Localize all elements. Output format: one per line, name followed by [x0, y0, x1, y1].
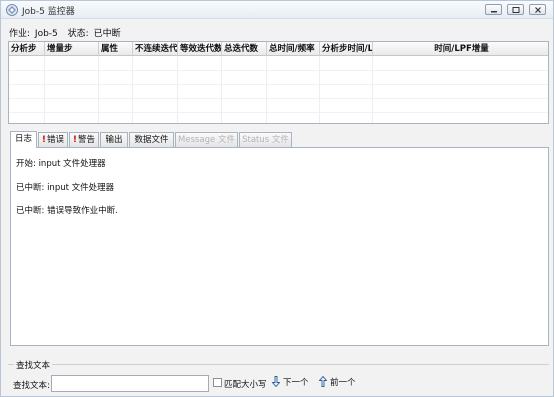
- log-line: 已中断: input 文件处理器: [16, 183, 115, 193]
- maximize-button[interactable]: [507, 4, 524, 15]
- find-previous-button[interactable]: 前一个: [318, 375, 356, 392]
- arrow-up-icon: [318, 375, 328, 387]
- find-text-group: 查找文本 查找文本: 匹配大小写 下一个 前一个: [8, 359, 549, 394]
- status-label: 状态:: [67, 29, 89, 39]
- tab-log[interactable]: 日志: [10, 131, 37, 148]
- error-warning-icon: !: [42, 135, 46, 145]
- row-divider: [9, 70, 548, 71]
- tab-bar: 日志 !错误 !警告 输出 数据文件 Message 文件 Status 文件: [10, 131, 550, 148]
- log-line: 开始: input 文件处理器: [16, 159, 106, 169]
- minimize-icon: [491, 11, 497, 13]
- column-header-severe-discontinuity[interactable]: 不连续迭代: [133, 42, 178, 56]
- table-header: 分析步 增量步 属性 不连续迭代 等效迭代数 总迭代数 总时间/频率 分析步时间…: [9, 42, 548, 56]
- row-divider: [9, 84, 548, 85]
- close-button[interactable]: [529, 4, 546, 15]
- find-group-title: 查找文本: [14, 359, 53, 371]
- tab-errors[interactable]: !错误: [38, 132, 68, 147]
- log-text-area[interactable]: 开始: input 文件处理器 已中断: input 文件处理器 已中断: 错误…: [10, 147, 549, 346]
- close-icon: [535, 7, 541, 13]
- tab-message-file: Message 文件: [175, 132, 238, 147]
- job-status-line: 作业: Job-5 状态: 已中断: [9, 26, 123, 39]
- match-case-label[interactable]: 匹配大小写: [224, 378, 267, 390]
- arrow-down-icon: [271, 376, 281, 388]
- minimize-button[interactable]: [485, 4, 502, 15]
- tab-output[interactable]: 输出: [100, 132, 128, 147]
- tab-data-file-label: 数据文件: [134, 135, 169, 145]
- progress-table[interactable]: 分析步 增量步 属性 不连续迭代 等效迭代数 总迭代数 总时间/频率 分析步时间…: [8, 41, 549, 124]
- column-header-step[interactable]: 分析步: [9, 42, 45, 56]
- tab-status-file-label: Status 文件: [242, 135, 289, 145]
- tab-errors-label: 错误: [46, 135, 64, 145]
- tab-data-file[interactable]: 数据文件: [129, 132, 174, 147]
- column-header-total-time[interactable]: 总时间/频率: [267, 42, 320, 56]
- find-previous-label: 前一个: [330, 378, 356, 388]
- tab-log-label: 日志: [14, 134, 32, 144]
- title-bar[interactable]: Job-5 监控器: [1, 1, 553, 19]
- window-title: Job-5 监控器: [22, 7, 75, 17]
- app-icon: [6, 4, 18, 16]
- job-monitor-window: Job-5 监控器 作业: Job-5 状态: 已中断 分析步 增量步 属性 不…: [0, 0, 554, 397]
- find-text-label: 查找文本:: [13, 381, 50, 391]
- log-line: 已中断: 错误导致作业中断.: [16, 206, 118, 216]
- tab-warnings[interactable]: !警告: [69, 132, 99, 147]
- job-label: 作业:: [9, 29, 31, 39]
- find-text-input[interactable]: [51, 375, 209, 392]
- job-value: Job-5: [34, 29, 58, 39]
- column-header-equilibrium-iterations[interactable]: 等效迭代数: [178, 42, 222, 56]
- tab-message-file-label: Message 文件: [178, 135, 235, 145]
- tab-status-file: Status 文件: [239, 132, 292, 147]
- maximize-icon: [512, 7, 520, 13]
- match-case-checkbox[interactable]: [213, 378, 222, 387]
- find-next-label: 下一个: [283, 378, 309, 388]
- column-header-total-iterations[interactable]: 总迭代数: [222, 42, 267, 56]
- status-value: 已中断: [93, 29, 121, 39]
- tab-warnings-label: 警告: [77, 135, 95, 145]
- row-divider: [9, 98, 548, 99]
- tab-output-label: 输出: [105, 135, 123, 145]
- warning-warning-icon: !: [73, 135, 77, 145]
- column-header-attempt[interactable]: 属性: [99, 42, 133, 56]
- column-header-increment[interactable]: 增量步: [45, 42, 99, 56]
- find-next-button[interactable]: 下一个: [271, 375, 309, 392]
- column-header-time-increment[interactable]: 时间/LPF增量: [373, 42, 548, 56]
- column-header-step-time[interactable]: 分析步时间/LPF: [320, 42, 373, 56]
- row-divider: [9, 112, 548, 113]
